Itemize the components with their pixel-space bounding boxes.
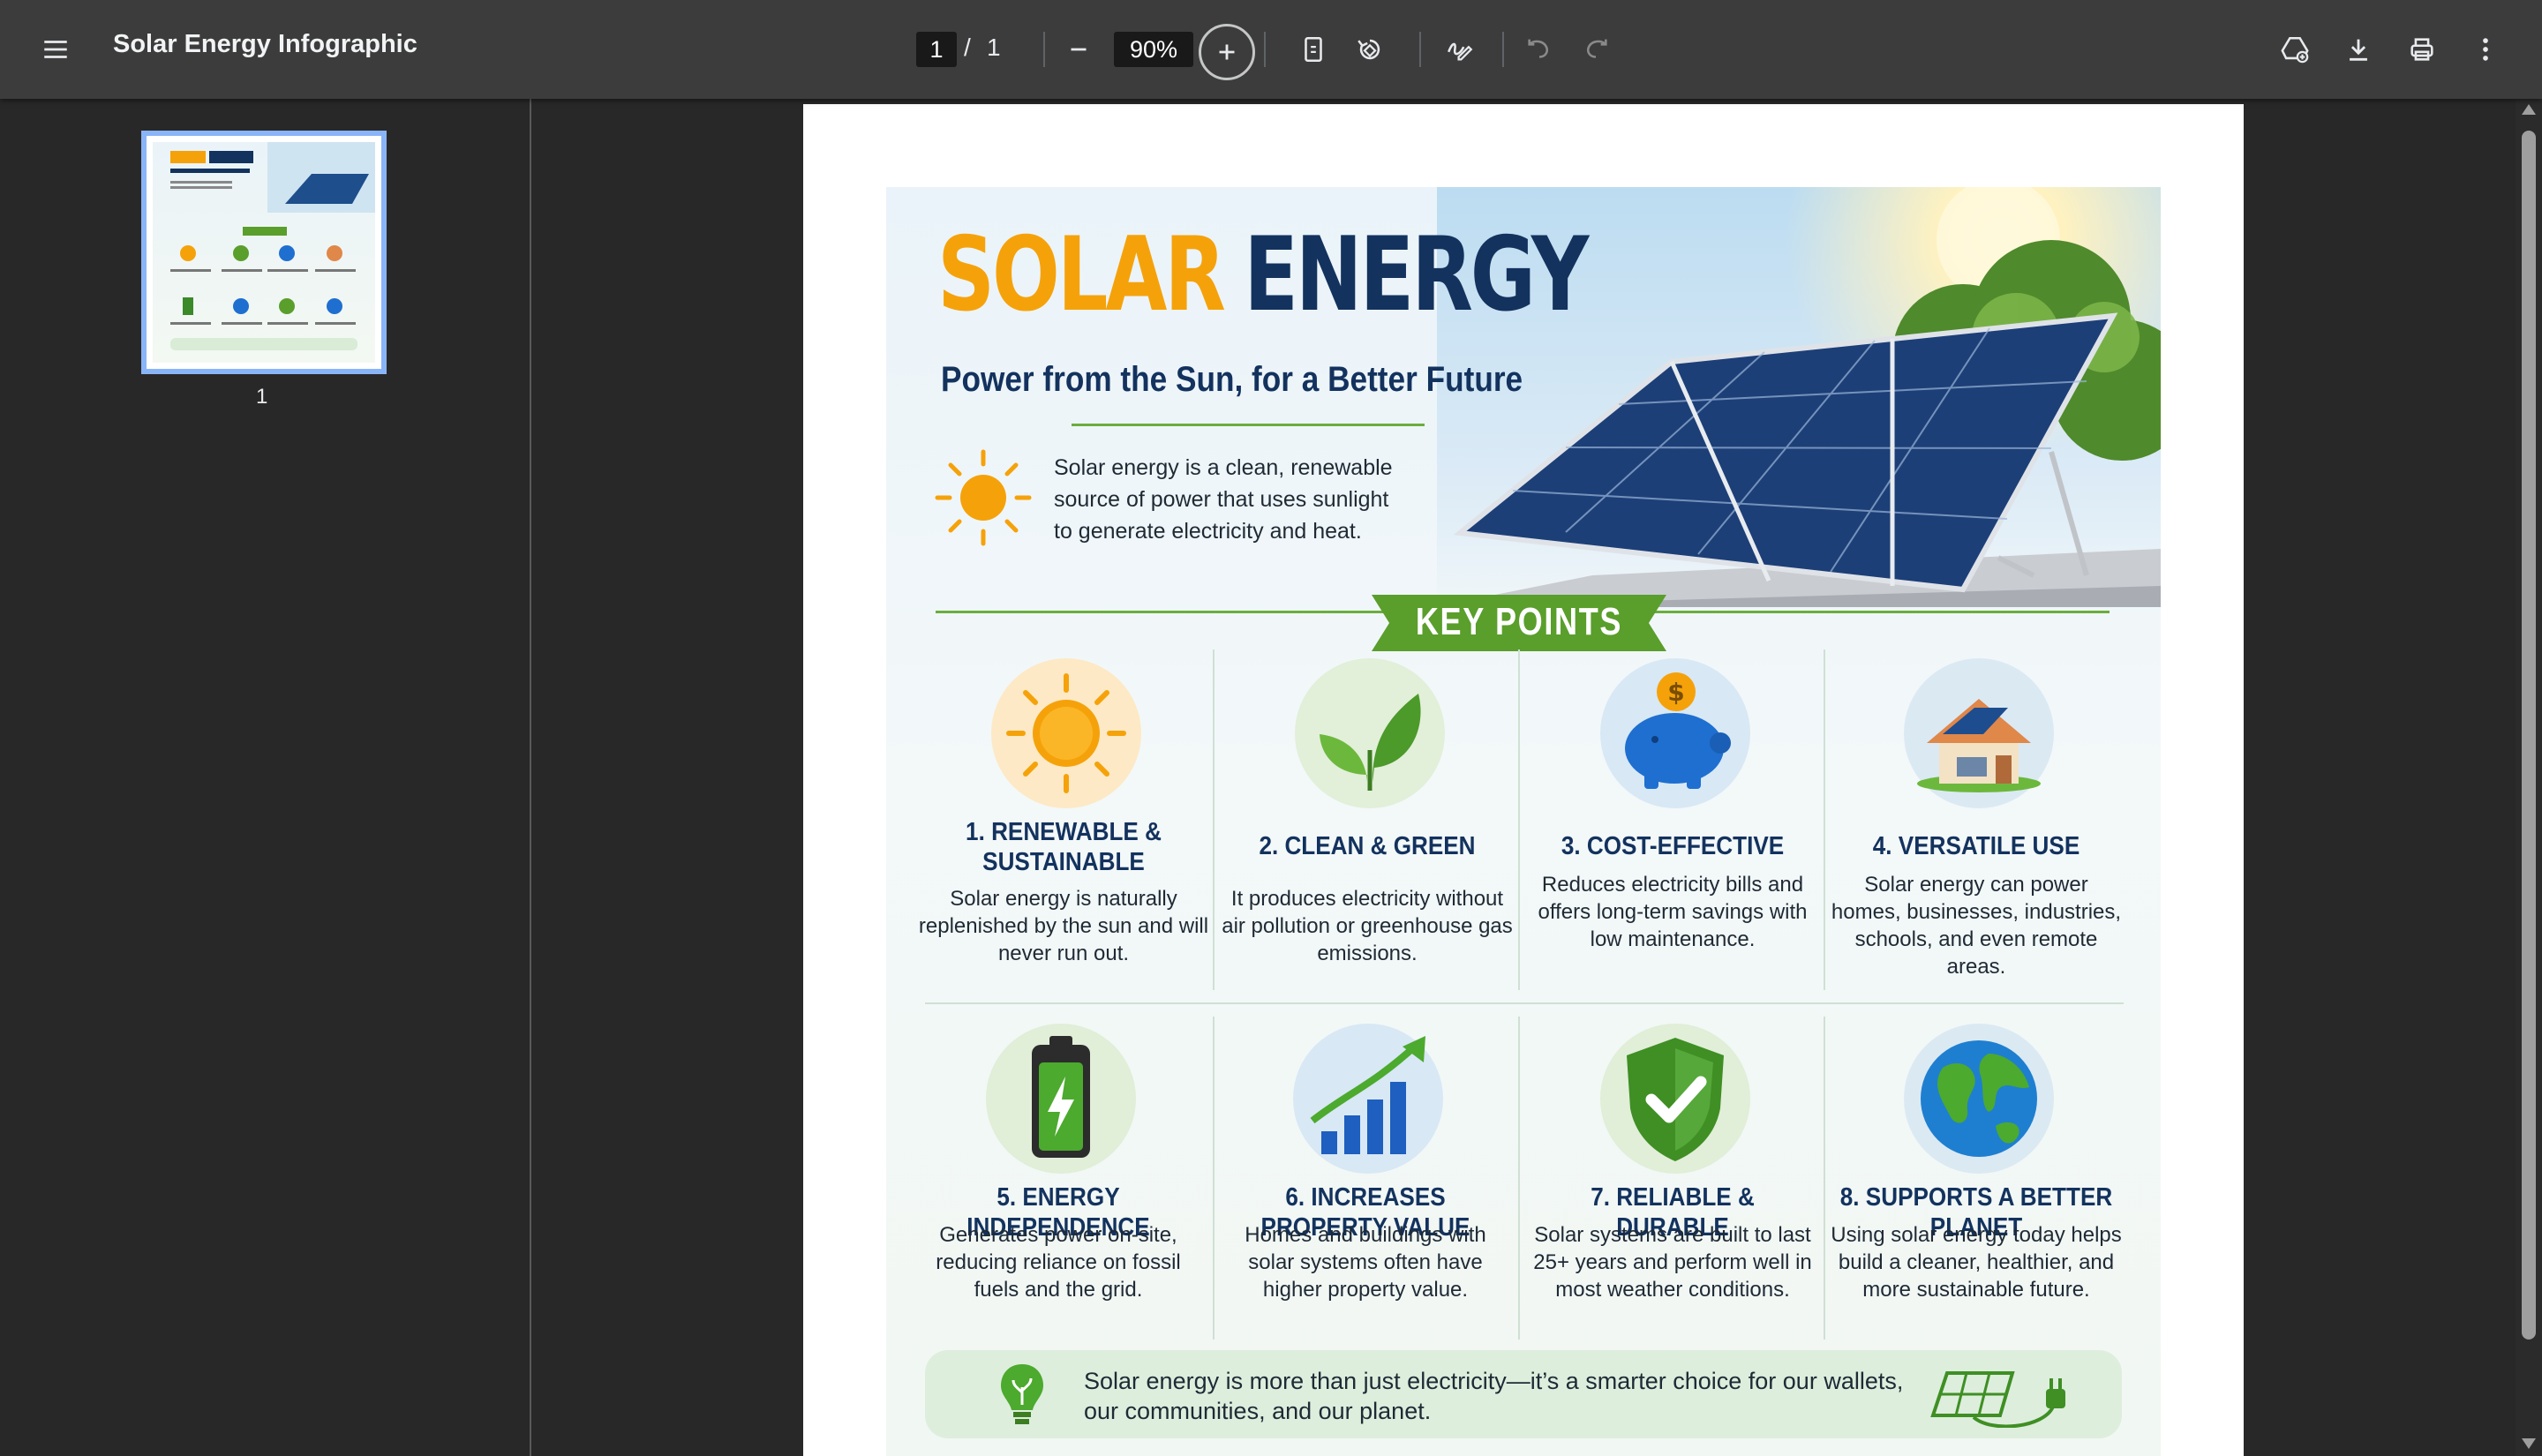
toolbar-divider [1419,32,1421,67]
pdf-toolbar: Solar Energy Infographic 1 / 1 90% [0,0,2542,99]
card-icon-bg [1293,1024,1443,1174]
toolbar-divider [1264,32,1266,67]
card-title: 3. COST-EFFECTIVE [1561,832,1785,860]
card-text: Reduces electricity bills and offers lon… [1538,873,1808,951]
zoom-level-input[interactable]: 90% [1114,32,1193,67]
undo-button[interactable] [1511,21,1568,78]
drive-add-icon [2281,36,2309,64]
card-text: Solar energy is naturally replenished by… [918,887,1209,965]
card-text: Solar systems are built to last 25+ year… [1533,1223,1812,1302]
card-text: Solar energy can power homes, businesses… [1831,873,2122,979]
title-energy: ENERGY [1244,215,1589,334]
plus-icon [1219,44,1235,60]
grid-divider [1824,1017,1825,1340]
card-title: 1. RENEWABLE & SUSTAINABLE [966,818,1162,876]
minus-icon [1071,48,1087,51]
card-title: 4. VERSATILE USE [1872,832,2080,860]
card-icon-bg [1600,1024,1750,1174]
page-total: 1 [987,34,1001,61]
document-viewer[interactable]: SOLAR ENERGY Power from the Sun, for a Be… [531,99,2516,1456]
card-text: It produces electricity without air poll… [1222,887,1513,965]
thumbnail-image [153,142,375,363]
footer-text: Solar energy is more than just electrici… [1084,1368,1904,1424]
card-icon-bg [991,658,1141,808]
more-vert-icon [2483,38,2488,61]
svg-text:$: $ [1667,678,1684,707]
hamburger-menu-icon [44,41,67,58]
infographic-title: SOLAR ENERGY [937,224,1589,326]
thumbnail-sidebar: 1 [0,99,531,1456]
key-points-label: KEY POINTS [1415,600,1623,643]
vertical-scrollbar[interactable] [2516,99,2542,1456]
fit-page-button[interactable] [1285,21,1342,78]
globe-icon [1921,1040,2037,1157]
footer-banner: Solar energy is more than just electrici… [925,1350,2122,1438]
draw-icon [1448,42,1473,61]
growth-chart-icon [1310,1036,1425,1154]
zoom-out-button[interactable] [1050,21,1107,78]
toolbar-divider [1502,32,1504,67]
printer-icon [2410,38,2433,61]
thumbnail-page-number: 1 [256,385,268,409]
piggy-bank-icon: $ [1625,672,1731,789]
page-separator: / [964,34,971,61]
card-title: 2. CLEAN & GREEN [1259,832,1476,860]
rotate-icon [1357,39,1380,60]
pdf-page: SOLAR ENERGY Power from the Sun, for a Be… [803,104,2244,1456]
scroll-up-icon[interactable] [2522,104,2536,115]
grid-divider [1213,649,1215,990]
grid-divider [1824,649,1825,990]
page-thumbnail[interactable] [141,131,387,374]
thumbnail-preview-icon [170,142,375,350]
undo-icon [1528,39,1549,58]
sun-icon [1006,673,1126,793]
shield-check-icon [1627,1038,1724,1161]
grid-row-divider [925,1002,2124,1004]
sun-small-icon [935,449,1032,546]
card-text: Using solar energy today helps build a c… [1831,1223,2122,1302]
rotate-button[interactable] [1342,21,1398,78]
card-icon-bg [986,1024,1136,1174]
battery-icon [1032,1036,1090,1158]
redo-icon [1586,39,1607,58]
page-number-input[interactable]: 1 [916,32,957,67]
infographic: SOLAR ENERGY Power from the Sun, for a Be… [886,187,2161,1456]
grid-divider [1518,1017,1520,1340]
subtitle-divider [1072,424,1425,426]
redo-button[interactable] [1568,21,1624,78]
scroll-down-icon[interactable] [2522,1438,2536,1449]
print-button[interactable] [2394,21,2450,78]
annotate-button[interactable] [1432,21,1488,78]
key-points-header: KEY POINTS [936,595,2110,651]
grid-divider [1518,649,1520,990]
house-icon [1917,699,2041,792]
card-icon-bg: $ [1600,658,1750,808]
menu-button[interactable] [27,21,84,78]
leaf-icon [1320,694,1421,791]
infographic-subtitle: Power from the Sun, for a Better Future [941,360,1523,399]
solar-panel-plug-icon [1930,1371,2065,1428]
zoom-in-button[interactable] [1199,24,1255,80]
intro-text: Solar energy is a clean, renewable sourc… [1054,455,1393,544]
title-solar: SOLAR [937,215,1226,334]
toolbar-divider [1043,32,1045,67]
fit-to-page-icon [1305,36,1322,63]
lightbulb-leaf-icon [1001,1364,1043,1424]
card-text: Homes and buildings with solar systems o… [1245,1223,1486,1302]
card-icon-bg [1295,658,1445,808]
download-icon [2350,39,2367,61]
grid-divider [1213,1017,1215,1340]
card-text: Generates power on-site, reducing relian… [936,1223,1181,1302]
card-icon-bg [1904,658,2054,808]
save-to-drive-button[interactable] [2267,21,2323,78]
more-actions-button[interactable] [2457,21,2514,78]
scrollbar-thumb[interactable] [2522,131,2536,1340]
download-button[interactable] [2330,21,2387,78]
card-icon-bg [1904,1024,2054,1174]
document-title: Solar Energy Infographic [113,30,417,58]
